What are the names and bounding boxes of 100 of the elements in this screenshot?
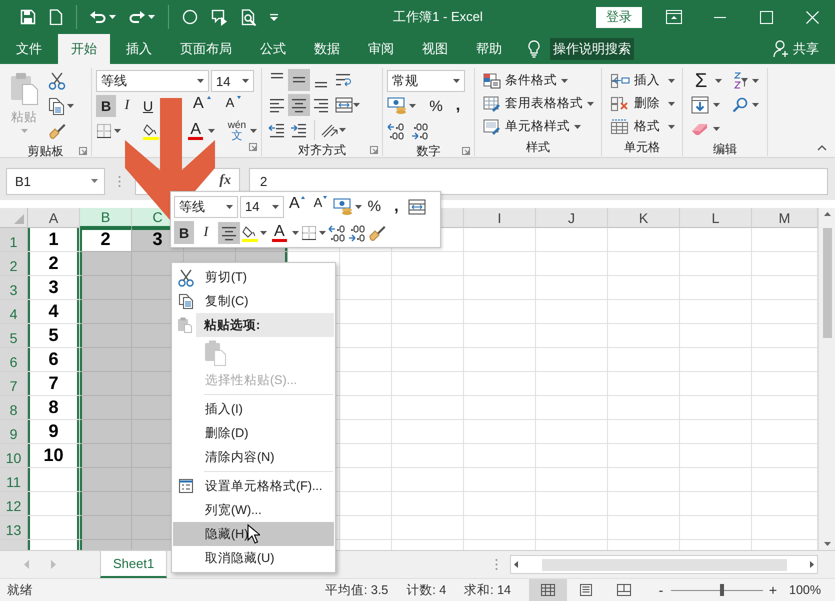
horizontal-scrollbar[interactable]: [510, 555, 818, 574]
tell-me-search[interactable]: 操作说明搜索: [550, 38, 634, 60]
menu-item[interactable]: 列宽(W)...: [173, 498, 334, 522]
row-header[interactable]: 8: [0, 396, 28, 420]
row-header[interactable]: 1: [0, 228, 28, 252]
caret-icon[interactable]: [409, 104, 416, 108]
share-button[interactable]: 共享: [773, 34, 835, 64]
caret-icon[interactable]: [260, 230, 267, 234]
formula-field[interactable]: 2: [249, 168, 828, 194]
column-header[interactable]: K: [608, 208, 680, 228]
caret-icon[interactable]: [242, 79, 249, 83]
align-center-icon[interactable]: [288, 94, 310, 116]
row-header[interactable]: 2: [0, 252, 28, 276]
row-header[interactable]: 5: [0, 324, 28, 348]
cells-menu-button[interactable]: 删除: [610, 92, 674, 115]
menu-tab[interactable]: 公式: [246, 34, 300, 64]
menu-item[interactable]: 隐藏(H): [173, 522, 334, 546]
menu-item[interactable]: 清除内容(N): [173, 445, 334, 469]
scroll-left-icon[interactable]: [514, 561, 518, 568]
merge-center-icon[interactable]: [335, 97, 353, 113]
menu-tab[interactable]: 插入: [112, 34, 166, 64]
caret-icon[interactable]: [250, 129, 257, 133]
speech-bubble-icon[interactable]: [211, 8, 228, 26]
font-name-field[interactable]: 等线: [174, 196, 238, 218]
style-menu-button[interactable]: 套用表格格式: [483, 92, 593, 115]
dialog-launcher-icon[interactable]: [370, 146, 378, 154]
scroll-right-icon[interactable]: [810, 561, 814, 568]
format-painter-icon[interactable]: [368, 224, 386, 242]
row-header[interactable]: 3: [0, 276, 28, 300]
fill-color-icon[interactable]: [242, 224, 258, 242]
zoom-slider-thumb[interactable]: [720, 584, 724, 596]
copy-icon[interactable]: [48, 97, 64, 115]
dialog-launcher-icon[interactable]: [462, 147, 470, 155]
font-color-button[interactable]: A: [186, 120, 206, 142]
drag-handle-icon[interactable]: [118, 174, 121, 188]
caret-icon[interactable]: [114, 129, 121, 133]
row-header[interactable]: 6: [0, 348, 28, 372]
merge-center-icon[interactable]: [408, 198, 426, 214]
font-size-field[interactable]: 14: [211, 70, 254, 92]
underline-button[interactable]: U: [138, 95, 158, 117]
zoom-percent[interactable]: 100%: [789, 583, 821, 597]
caret-icon[interactable]: [574, 124, 581, 128]
caret-icon[interactable]: [668, 124, 675, 128]
row-header[interactable]: 12: [0, 492, 28, 516]
caret-icon[interactable]: [752, 103, 759, 107]
dialog-launcher-icon[interactable]: [249, 143, 257, 151]
scissors-icon[interactable]: [48, 72, 66, 90]
row-header[interactable]: 7: [0, 372, 28, 396]
caret-icon[interactable]: [353, 103, 360, 107]
currency-icon[interactable]: [387, 97, 407, 115]
row-header[interactable]: 10: [0, 444, 28, 468]
drag-handle-icon[interactable]: [495, 558, 498, 571]
table-format-icon[interactable]: [483, 96, 501, 112]
style-menu-button[interactable]: 单元格样式: [483, 115, 593, 138]
shrink-font-button[interactable]: A: [310, 195, 332, 218]
comma-style-button[interactable]: ,: [386, 195, 406, 218]
collapse-ribbon-icon[interactable]: [817, 145, 827, 151]
save-icon[interactable]: [20, 9, 36, 25]
row-header[interactable]: 13: [0, 516, 28, 540]
decrease-decimal-icon[interactable]: [348, 224, 366, 242]
row-header[interactable]: 4: [0, 300, 28, 324]
delete-cells-icon[interactable]: [610, 96, 630, 112]
row-header[interactable]: 9: [0, 420, 28, 444]
column-header[interactable]: M: [752, 208, 818, 228]
column-header[interactable]: J: [536, 208, 608, 228]
caret-icon[interactable]: [752, 79, 759, 83]
menu-item[interactable]: 剪切(T): [173, 265, 334, 289]
font-name-field[interactable]: 等线: [96, 70, 209, 92]
menu-item[interactable]: 插入(I): [173, 397, 334, 421]
caret-icon[interactable]: [668, 102, 675, 106]
caret-icon[interactable]: [587, 102, 594, 106]
document-search-icon[interactable]: [241, 8, 257, 26]
cells-menu-button[interactable]: 格式: [610, 115, 674, 138]
decrease-decimal-icon[interactable]: [411, 122, 429, 140]
find-icon[interactable]: [732, 97, 748, 113]
vertical-scrollbar[interactable]: [818, 208, 835, 550]
cells-menu-button[interactable]: 插入: [610, 69, 674, 92]
column-header[interactable]: A: [28, 208, 80, 228]
sheet-tab[interactable]: Sheet1: [100, 551, 168, 578]
menu-item[interactable]: 取消隐藏(U): [173, 546, 334, 570]
insert-function-button[interactable]: fx: [219, 173, 231, 189]
caret-icon[interactable]: [208, 129, 215, 133]
dialog-launcher-icon[interactable]: [79, 147, 87, 155]
undo-icon[interactable]: [90, 10, 106, 24]
caret-icon[interactable]: [197, 79, 204, 83]
scrollbar-thumb[interactable]: [822, 228, 832, 338]
autosum-button[interactable]: Σ: [691, 70, 711, 92]
borders-icon[interactable]: [300, 224, 317, 240]
close-icon[interactable]: [806, 10, 818, 24]
align-center-icon[interactable]: [218, 222, 240, 244]
column-header[interactable]: L: [680, 208, 752, 228]
normal-view-icon[interactable]: [529, 579, 568, 601]
caret-icon[interactable]: [339, 128, 346, 132]
caret-icon[interactable]: [67, 104, 74, 108]
menu-tab[interactable]: 数据: [300, 34, 354, 64]
sign-in-button[interactable]: 登录: [596, 6, 642, 28]
new-file-icon[interactable]: [49, 9, 63, 25]
customize-menu-icon[interactable]: [270, 14, 278, 20]
comma-style-button[interactable]: ,: [448, 95, 468, 117]
percent-button[interactable]: %: [364, 195, 384, 218]
